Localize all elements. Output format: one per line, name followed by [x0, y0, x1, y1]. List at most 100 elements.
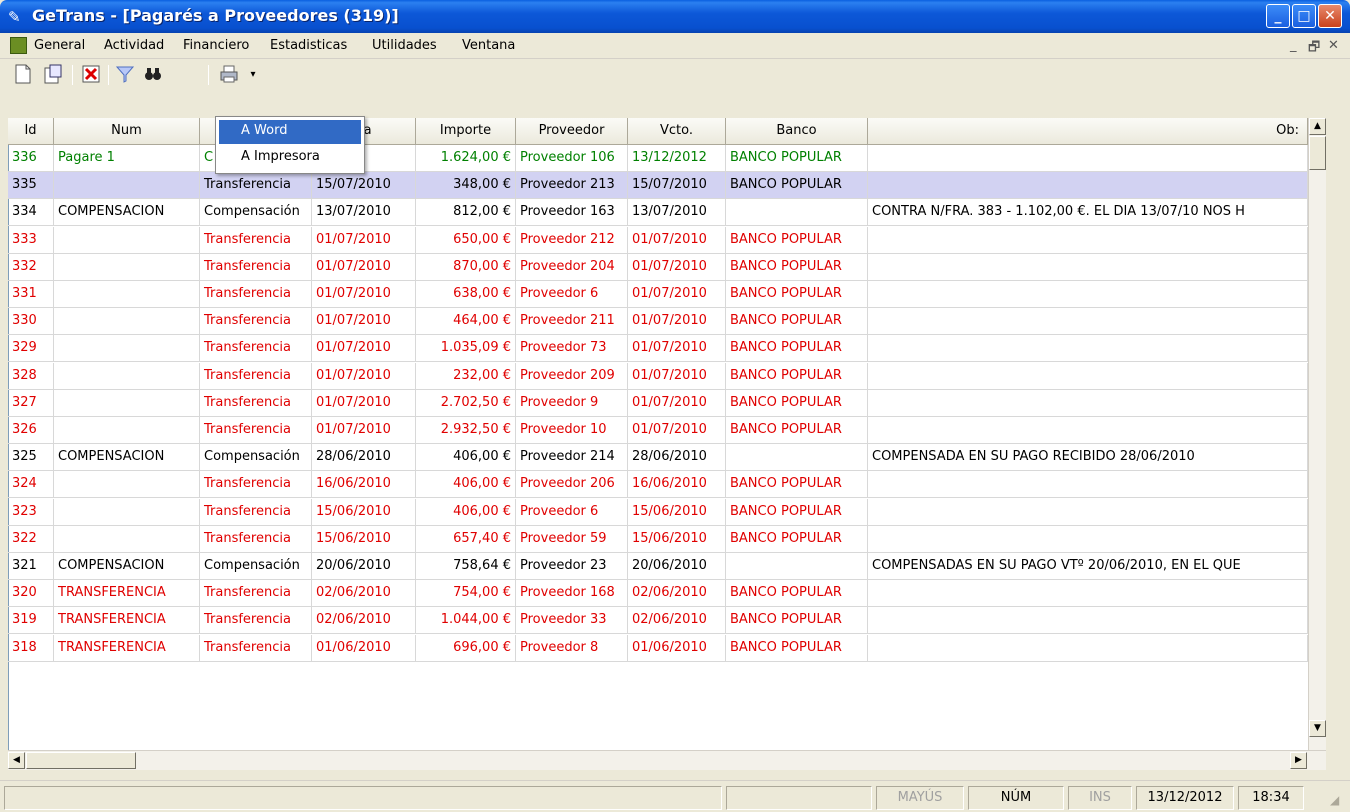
- table-cell-id: 322: [8, 525, 54, 553]
- table-row[interactable]: 335 Transferencia 15/07/2010 348,00 € Provee…: [8, 172, 1322, 200]
- table-cell-banco: BANCO POPULAR: [726, 389, 868, 417]
- table-cell-id: 332: [8, 253, 54, 281]
- menu-financiero[interactable]: Financiero: [183, 38, 249, 53]
- table-cell-num: [54, 335, 200, 363]
- table-row[interactable]: 318 TRANSFERENCIA Transferencia 01/06/2010 6…: [8, 634, 1322, 662]
- resize-grip-icon[interactable]: ◢: [1330, 793, 1346, 809]
- vertical-scroll-thumb[interactable]: [1309, 136, 1326, 170]
- table-cell-tipo: Transferencia: [200, 172, 312, 200]
- table-row[interactable]: 336Pagare 1C/20121.624,00 €Proveedor 106…: [8, 145, 1322, 172]
- table-row[interactable]: 327 Transferencia 01/07/2010 2.702,50 € Prov…: [8, 389, 1322, 417]
- table-cell-fecha: 01/06/2010: [312, 634, 416, 662]
- column-header-importe[interactable]: Importe: [416, 118, 516, 145]
- table-row[interactable]: 331 Transferencia 01/07/2010 638,00 € Provee…: [8, 281, 1322, 308]
- table-row[interactable]: 333 Transferencia 01/07/2010 650,00 € Provee…: [8, 226, 1322, 254]
- table-cell-obs: [868, 362, 1308, 390]
- column-header-num[interactable]: Num: [54, 118, 200, 145]
- table-cell-num: [54, 389, 200, 417]
- table-cell-obs: [868, 389, 1308, 417]
- table-cell-fecha: 01/07/2010: [312, 253, 416, 281]
- table-row[interactable]: 320 TRANSFERENCIA Transferencia 02/06/2010 7…: [8, 580, 1322, 608]
- scroll-up-icon[interactable]: ▲: [1309, 118, 1326, 135]
- table-cell-vcto: 01/07/2010: [628, 226, 726, 254]
- menu-ventana[interactable]: Ventana: [462, 38, 515, 53]
- menu-utilidades[interactable]: Utilidades: [372, 38, 437, 53]
- scroll-right-icon[interactable]: ▶: [1290, 752, 1307, 769]
- new-icon[interactable]: [12, 64, 34, 86]
- vertical-scrollbar[interactable]: ▲ ▼: [1308, 118, 1326, 750]
- table-cell-banco: BANCO POPULAR: [726, 308, 868, 336]
- search-binoculars-icon[interactable]: [142, 64, 164, 86]
- maximize-button[interactable]: □: [1292, 4, 1316, 28]
- dropdown-arrow-icon[interactable]: ▾: [246, 64, 260, 86]
- table-cell-fecha: 15/06/2010: [312, 525, 416, 553]
- table-row[interactable]: 319 TRANSFERENCIA Transferencia 02/06/2010 1…: [8, 607, 1322, 635]
- table-cell-fecha: 02/06/2010: [312, 607, 416, 635]
- table-cell-obs: [868, 498, 1308, 526]
- table-cell-importe: 696,00 €: [416, 634, 516, 662]
- table-cell-tipo: Compensación: [200, 553, 312, 580]
- table-row[interactable]: 328 Transferencia 01/07/2010 232,00 € Provee…: [8, 362, 1322, 390]
- menu-item-a-word[interactable]: A Word: [219, 120, 361, 144]
- table-cell-proveedor: Proveedor 6: [516, 498, 628, 526]
- table-cell-proveedor: Proveedor 214: [516, 444, 628, 472]
- print-icon[interactable]: [218, 64, 240, 86]
- minimize-button[interactable]: _: [1266, 4, 1290, 28]
- table-row[interactable]: 323 Transferencia 15/06/2010 406,00 € Provee…: [8, 498, 1322, 526]
- table-cell-proveedor: Proveedor 211: [516, 308, 628, 336]
- table-row[interactable]: 329 Transferencia 01/07/2010 1.035,09 € Prov…: [8, 335, 1322, 363]
- horizontal-scrollbar[interactable]: ◀ ▶: [8, 750, 1326, 770]
- table-cell-fecha: 01/07/2010: [312, 389, 416, 417]
- table-cell-num: [54, 362, 200, 390]
- menu-estadisticas[interactable]: Estadisticas: [270, 38, 347, 53]
- horizontal-scroll-thumb[interactable]: [26, 752, 136, 769]
- table-row[interactable]: 322 Transferencia 15/06/2010 657,40 € Provee…: [8, 525, 1322, 553]
- column-header-banco[interactable]: Banco: [726, 118, 868, 145]
- table-cell-proveedor: Proveedor 206: [516, 471, 628, 499]
- table-cell-fecha: 20/06/2010: [312, 553, 416, 580]
- column-header-observaciones[interactable]: Ob:: [868, 118, 1308, 145]
- properties-icon[interactable]: [42, 64, 64, 86]
- table-cell-vcto: 01/07/2010: [628, 389, 726, 417]
- table-row[interactable]: 324 Transferencia 16/06/2010 406,00 € Provee…: [8, 471, 1322, 499]
- scroll-left-icon[interactable]: ◀: [8, 752, 25, 769]
- close-button[interactable]: ✕: [1318, 4, 1342, 28]
- table-cell-obs: [868, 145, 1308, 172]
- table-cell-tipo: Transferencia: [200, 226, 312, 254]
- table-cell-proveedor: Proveedor 168: [516, 580, 628, 608]
- table-row[interactable]: 330 Transferencia 01/07/2010 464,00 € Provee…: [8, 308, 1322, 336]
- menu-actividad[interactable]: Actividad: [104, 38, 164, 53]
- table-row[interactable]: 325 COMPENSACION Compensación 28/06/2010 406…: [8, 444, 1322, 472]
- menu-general[interactable]: General: [34, 38, 85, 53]
- table-cell-importe: 406,00 €: [416, 471, 516, 499]
- title-bar[interactable]: ✎ GeTrans - [Pagarés a Proveedores (319)…: [0, 0, 1350, 33]
- menu-item-a-impresora[interactable]: A Impresora: [219, 146, 361, 170]
- table-row[interactable]: 326 Transferencia 01/07/2010 2.932,50 € Prov…: [8, 417, 1322, 444]
- table-cell-id: 333: [8, 226, 54, 254]
- table-cell-num: COMPENSACION: [54, 199, 200, 227]
- table-cell-proveedor: Proveedor 213: [516, 172, 628, 200]
- table-cell-num: [54, 417, 200, 444]
- table-row[interactable]: 334 COMPENSACION Compensación 13/07/2010 812…: [8, 199, 1322, 227]
- mdi-minimize-button[interactable]: _: [1290, 38, 1297, 53]
- table-cell-tipo: Transferencia: [200, 389, 312, 417]
- scroll-down-icon[interactable]: ▼: [1309, 720, 1326, 737]
- table-cell-vcto: 01/07/2010: [628, 417, 726, 444]
- table-cell-id: 321: [8, 553, 54, 580]
- mdi-close-button[interactable]: ✕: [1328, 38, 1339, 53]
- table-cell-banco: BANCO POPULAR: [726, 417, 868, 444]
- table-cell-banco: [726, 444, 868, 472]
- mdi-restore-button[interactable]: 🗗: [1308, 38, 1320, 60]
- delete-icon[interactable]: [80, 64, 102, 86]
- mdi-child-icon[interactable]: [10, 37, 27, 54]
- table-cell-obs: [868, 607, 1308, 635]
- column-header-id[interactable]: Id: [8, 118, 54, 145]
- table-cell-num: [54, 226, 200, 254]
- column-header-vcto[interactable]: Vcto.: [628, 118, 726, 145]
- table-row[interactable]: 332 Transferencia 01/07/2010 870,00 € Provee…: [8, 253, 1322, 281]
- filter-icon[interactable]: [114, 64, 136, 86]
- status-bar: MAYÚS NÚM INS 13/12/2012 18:34 ◢: [0, 780, 1350, 812]
- column-header-proveedor[interactable]: Proveedor: [516, 118, 628, 145]
- table-cell-obs: [868, 226, 1308, 254]
- table-row[interactable]: 321 COMPENSACION Compensación 20/06/2010 758…: [8, 553, 1322, 580]
